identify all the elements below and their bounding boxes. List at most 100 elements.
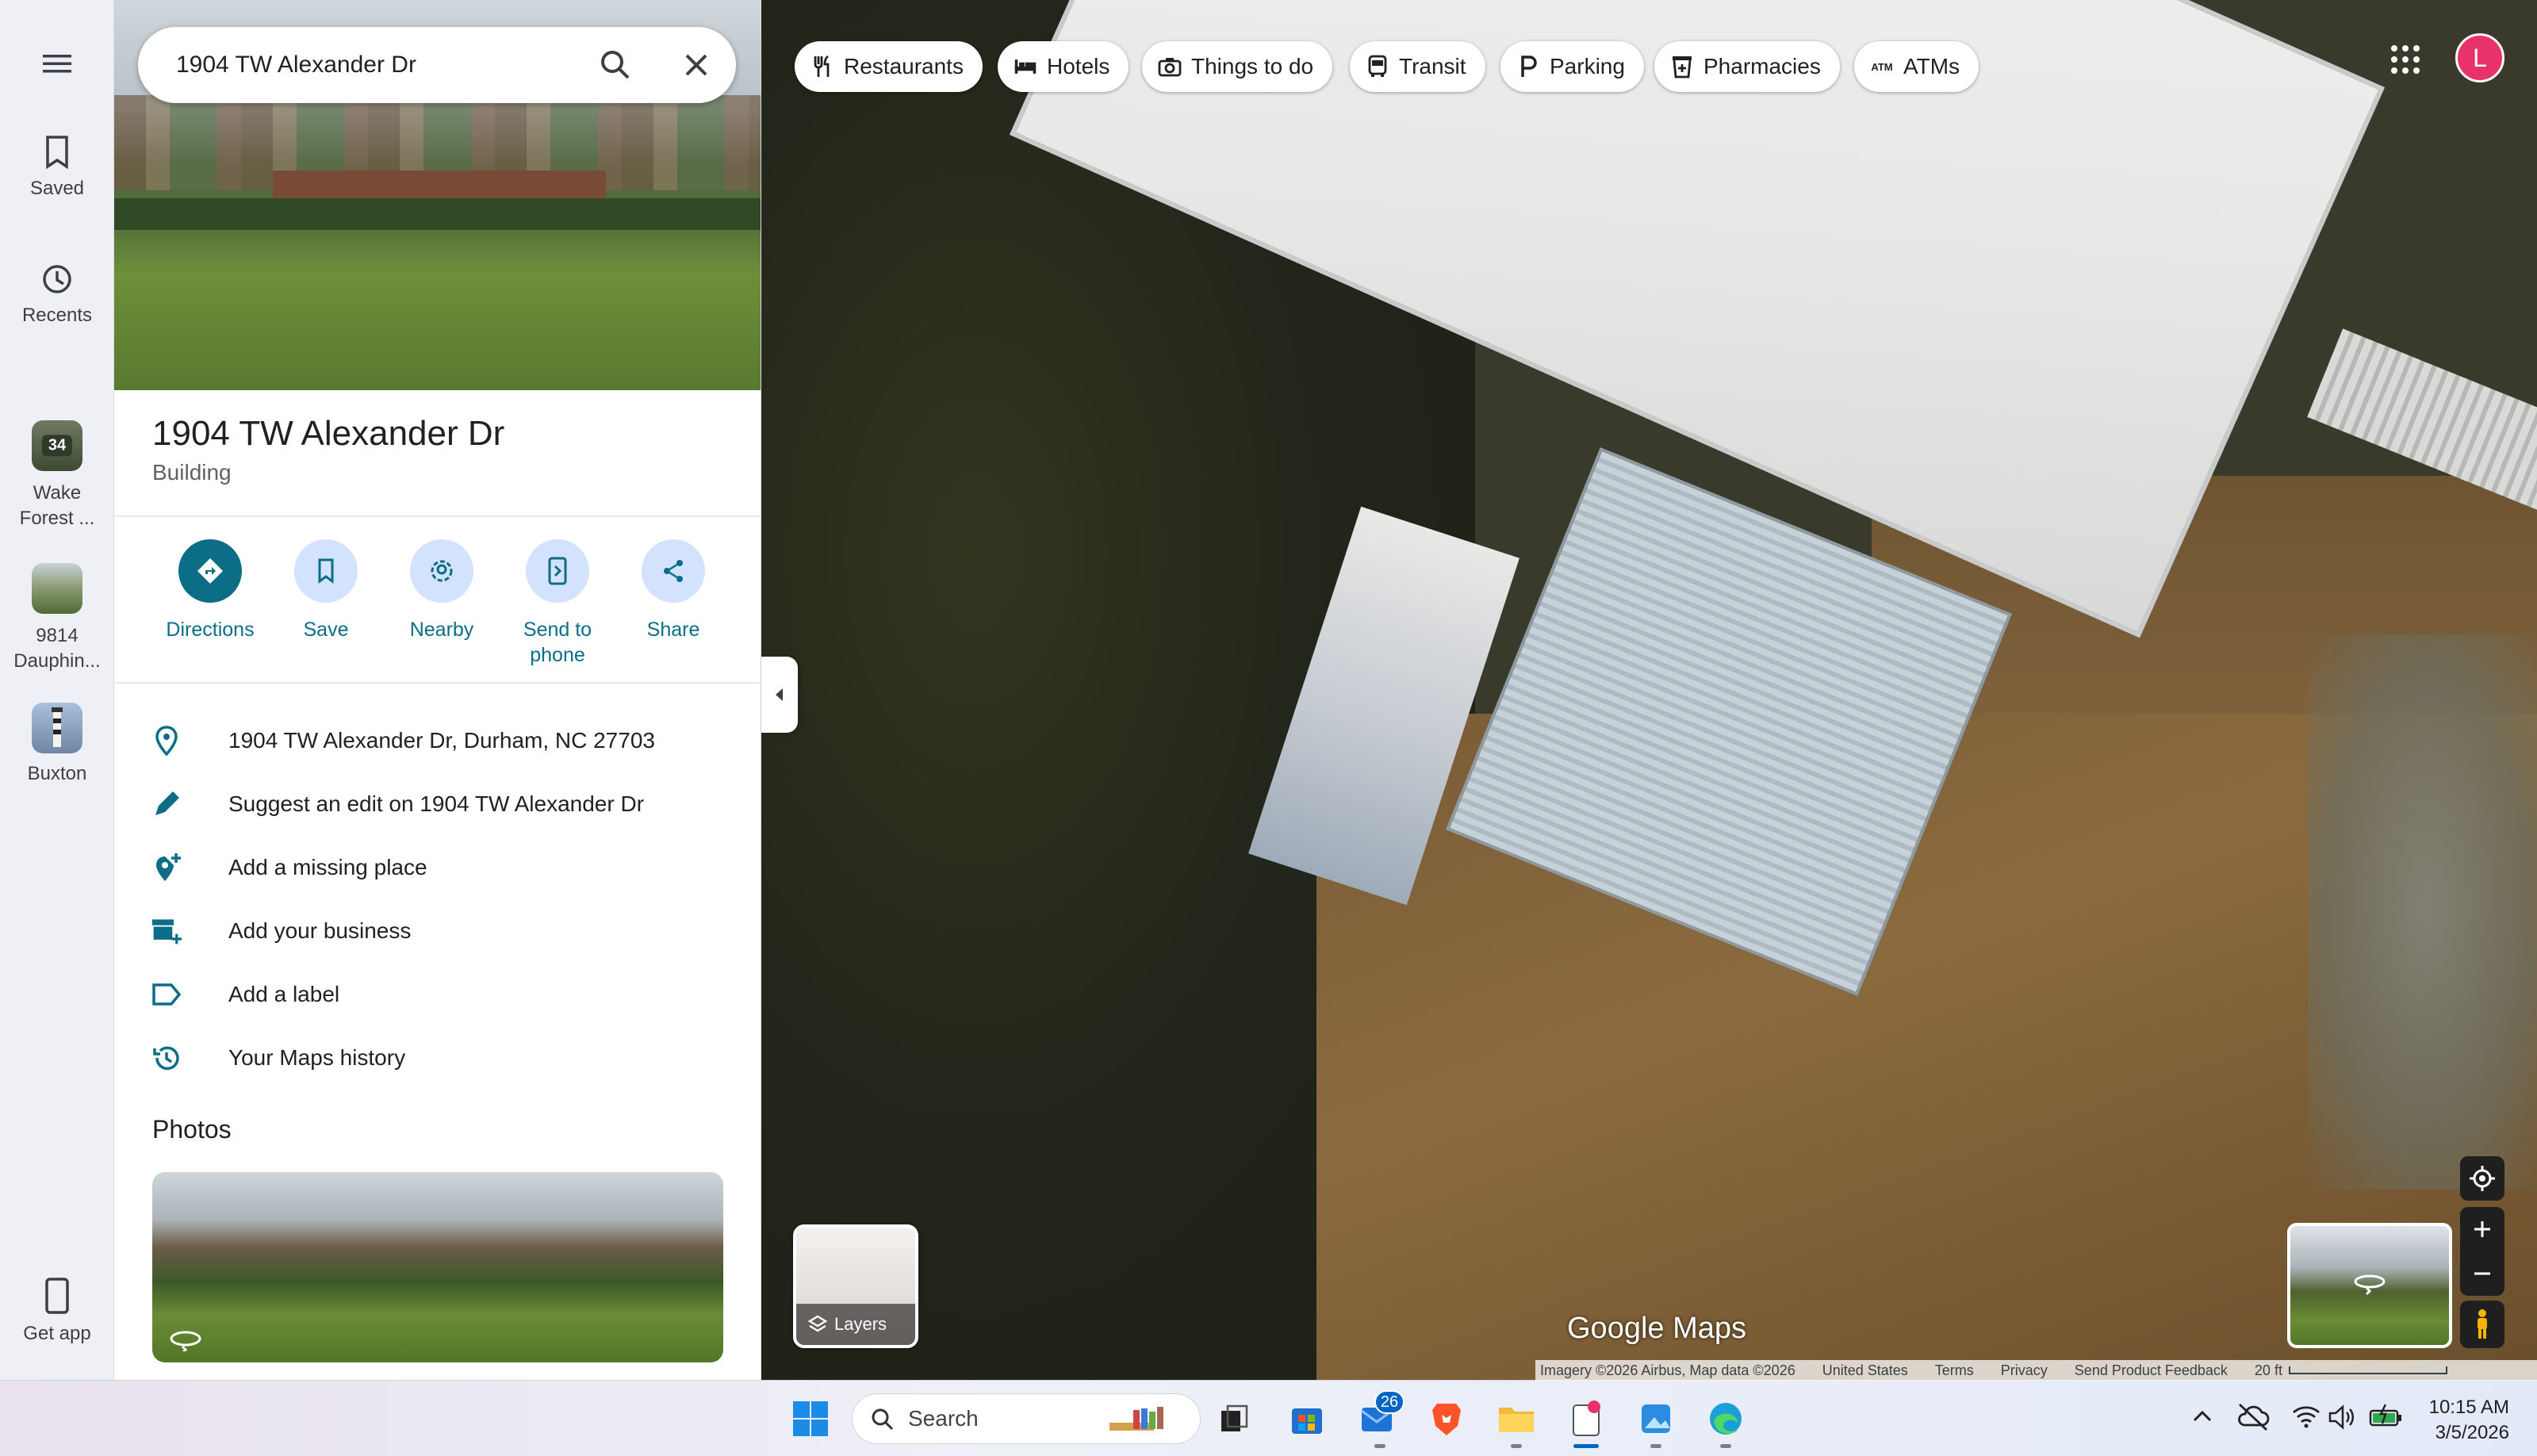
send-to-phone-button[interactable]: Send to phone [500,539,615,668]
suggest-edit-text: Suggest an edit on 1904 TW Alexander Dr [228,791,645,816]
recent-place-buxton[interactable]: Buxton [0,703,114,785]
system-clock[interactable]: 10:15 AM 3/5/2026 [2411,1395,2509,1446]
nearby-icon [431,560,453,582]
taskbar-search-placeholder: Search [908,1406,979,1431]
directions-label: Directions [166,619,255,641]
brave-lion-icon [1432,1404,1461,1435]
satellite-map[interactable] [761,0,2537,1380]
chip-transit[interactable]: Transit [1350,41,1485,92]
place-panel: 1904 TW Alexander Dr Building Directions… [114,0,761,1380]
address-row[interactable]: 1904 TW Alexander Dr, Durham, NC 27703 [114,709,761,772]
my-location-button[interactable] [2460,1156,2504,1201]
bookmark-icon [46,136,68,170]
add-business-row[interactable]: Add your business [114,899,761,963]
address-text: 1904 TW Alexander Dr, Durham, NC 27703 [228,728,655,753]
chip-label: ATMs [1903,54,1960,79]
directions-button[interactable]: Directions [152,539,268,642]
privacy-link[interactable]: Privacy [2001,1362,2048,1379]
label-icon [152,983,182,1006]
start-button[interactable] [790,1398,831,1439]
volume-icon[interactable] [2327,1401,2355,1433]
pegman-button[interactable] [2460,1301,2504,1348]
action-bar: Directions Save Nearby Send to phone Sha… [152,539,723,666]
recent-place-label: Wake Forest ... [19,482,95,529]
battery-charging-icon[interactable] [2368,1401,2403,1433]
recent-place-thumbnail: 34 [32,420,82,471]
mail-count-badge: 26 [1374,1390,1405,1414]
chip-things-to-do[interactable]: Things to do [1142,41,1333,92]
my-location-icon [2470,1166,2495,1191]
close-icon[interactable] [676,44,717,86]
chip-pharmacies[interactable]: Pharmacies [1654,41,1840,92]
chip-hotels[interactable]: Hotels [998,41,1129,92]
location-pin-icon [155,726,178,757]
store-app-button[interactable] [1286,1398,1328,1439]
file-explorer-button[interactable] [1496,1398,1537,1439]
recent-place-thumbnail [32,563,82,614]
street-view-photo[interactable] [152,1172,723,1362]
search-box [138,27,736,103]
search-highlight-icon [1109,1407,1163,1431]
edge-browser-button[interactable] [1705,1398,1746,1439]
terms-link[interactable]: Terms [1935,1362,1974,1379]
add-missing-place-text: Add a missing place [228,855,427,879]
street-view-thumbnail[interactable] [2287,1223,2452,1348]
collapse-panel-button[interactable] [761,657,798,733]
zoom-out-button[interactable] [2473,1251,2492,1296]
pharmacy-icon [1673,56,1692,79]
recents-button[interactable]: Recents [0,262,114,327]
recent-place-wake-forest[interactable]: 34 Wake Forest ... [0,420,114,531]
saved-label: Saved [29,178,85,199]
chevron-left-icon [776,688,783,701]
get-app-button[interactable]: Get app [0,1277,114,1345]
chip-restaurants[interactable]: Restaurants [795,41,983,92]
360-view-icon [170,1331,201,1351]
photos-app-button[interactable] [1635,1398,1677,1439]
scale-label[interactable]: 20 ft [2255,1362,2282,1379]
zoom-in-button[interactable] [2473,1207,2492,1251]
chip-label: Parking [1550,54,1625,79]
add-label-row[interactable]: Add a label [114,963,761,1026]
taskbar-search[interactable]: Search [852,1393,1201,1444]
clock-date: 3/5/2026 [2435,1422,2509,1443]
account-avatar[interactable]: L [2455,33,2504,82]
lighthouse-icon [52,707,63,747]
route-badge: 34 [41,435,73,457]
microsoft-store-icon [1292,1408,1322,1434]
suggest-edit-row[interactable]: Suggest an edit on 1904 TW Alexander Dr [114,772,761,836]
nearby-button[interactable]: Nearby [384,539,500,642]
search-icon[interactable] [595,44,636,86]
chip-parking[interactable]: Parking [1500,41,1644,92]
layers-icon [807,1315,828,1332]
attribution-bar: Imagery ©2026 Airbus, Map data ©2026 Uni… [1535,1360,2537,1381]
layers-button[interactable]: Layers [793,1224,918,1348]
apps-grid-icon[interactable] [2389,43,2422,76]
image-editor-icon [1642,1404,1670,1433]
chip-atms[interactable]: ATM ATMs [1854,41,1979,92]
photos-heading: Photos [152,1115,232,1144]
share-button[interactable]: Share [615,539,731,642]
add-business-text: Add your business [228,918,412,943]
task-view-button[interactable] [1213,1398,1255,1439]
saved-button[interactable]: Saved [0,135,114,200]
region-link[interactable]: United States [1822,1362,1908,1379]
scale-bar [2288,1366,2447,1374]
feedback-link[interactable]: Send Product Feedback [2075,1362,2228,1379]
imagery-credit: Imagery ©2026 Airbus, Map data ©2026 [1540,1362,1795,1378]
recent-place-dauphin[interactable]: 9814 Dauphin... [0,563,114,674]
add-missing-place-row[interactable]: Add a missing place [114,836,761,899]
chevron-up-icon[interactable] [2190,1401,2214,1433]
cloud-sync-off-icon[interactable] [2236,1401,2270,1433]
windows-logo-icon [793,1401,828,1436]
chip-label: Transit [1399,54,1466,79]
plus-icon [2474,1221,2490,1237]
add-location-icon [156,853,181,881]
save-button[interactable]: Save [268,539,384,642]
wifi-icon[interactable] [2292,1401,2320,1433]
notes-app-button[interactable] [1566,1398,1607,1439]
menu-button[interactable] [0,48,114,87]
maps-history-row[interactable]: Your Maps history [114,1026,761,1090]
search-input[interactable] [176,46,541,84]
place-type[interactable]: Building [152,460,232,485]
brave-browser-button[interactable] [1426,1398,1467,1439]
